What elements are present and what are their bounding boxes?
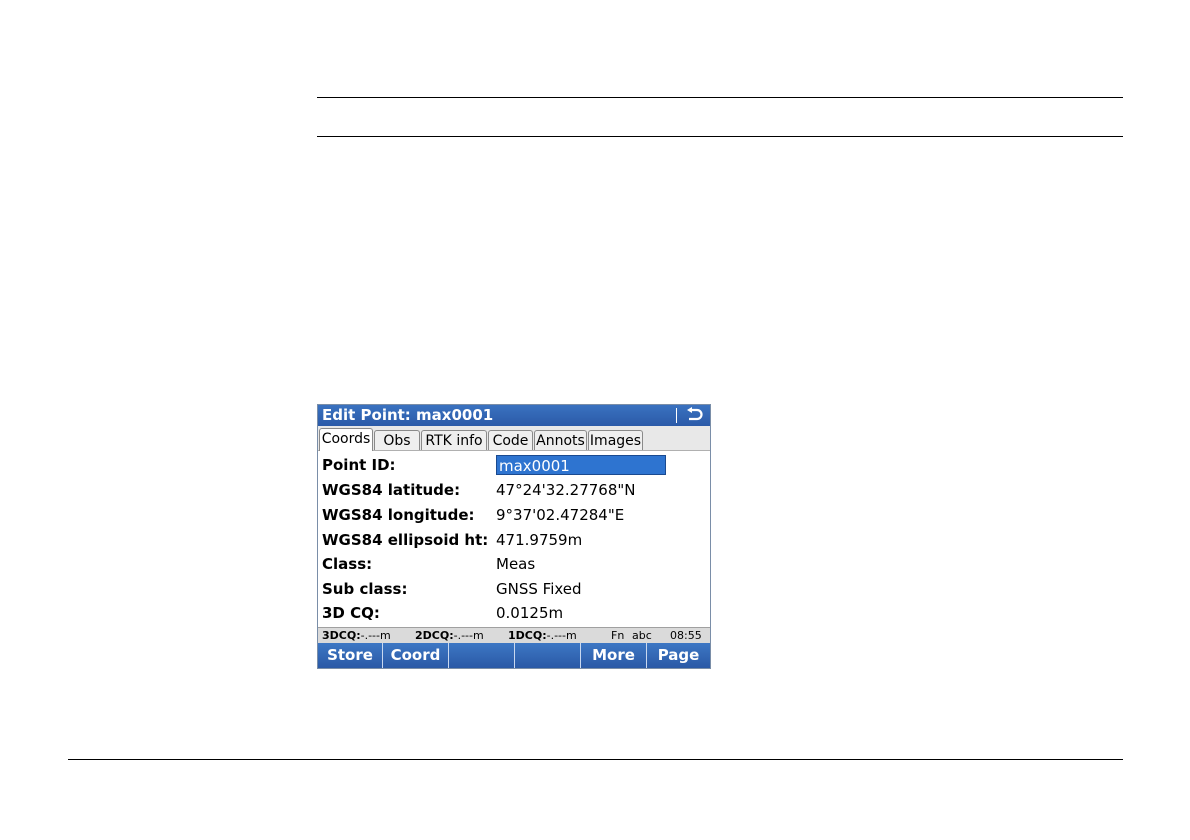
field-label: Class:: [322, 555, 373, 573]
field-row-latitude: WGS84 latitude: 47°24'32.27768"N: [322, 478, 706, 502]
field-label: WGS84 longitude:: [322, 506, 475, 524]
page-button[interactable]: Page: [647, 643, 710, 668]
more-button[interactable]: More: [581, 643, 647, 668]
status-2dcq: 2DCQ:-.---m: [415, 629, 484, 642]
sub-class-value: GNSS Fixed: [496, 580, 582, 598]
field-row-point-id: Point ID: max0001: [322, 453, 706, 477]
tab-images[interactable]: Images: [588, 430, 643, 450]
title-separator: [676, 408, 677, 423]
header-rule-top: [317, 97, 1123, 98]
tab-bar: Coords Obs RTK info Code Annots Images: [318, 426, 710, 451]
status-1dcq: 1DCQ:-.---m: [508, 629, 577, 642]
softkey-bar: Store Coord More Page: [318, 643, 710, 668]
tab-rtk-info[interactable]: RTK info: [421, 430, 487, 450]
field-label: Sub class:: [322, 580, 408, 598]
class-value: Meas: [496, 555, 536, 573]
back-arrow-icon[interactable]: [684, 407, 704, 424]
footer-rule: [68, 759, 1123, 760]
cq-3d-value: 0.0125m: [496, 604, 564, 622]
field-row-longitude: WGS84 longitude: 9°37'02.47284"E: [322, 503, 706, 527]
tab-code[interactable]: Code: [488, 430, 533, 450]
status-bar: 3DCQ:-.---m 2DCQ:-.---m 1DCQ:-.---m Fn a…: [318, 627, 710, 643]
tab-coords[interactable]: Coords: [319, 428, 373, 451]
tab-obs[interactable]: Obs: [374, 430, 420, 450]
device-screen: Edit Point: max0001 Coords Obs RTK info …: [317, 404, 711, 669]
longitude-value: 9°37'02.47284"E: [496, 506, 625, 524]
ellipsoid-height-value: 471.9759m: [496, 531, 583, 549]
field-row-class: Class: Meas: [322, 552, 706, 576]
latitude-value: 47°24'32.27768"N: [496, 481, 636, 499]
softkey-f3[interactable]: [449, 643, 515, 668]
point-id-input[interactable]: max0001: [496, 455, 666, 475]
input-mode-indicator: abc: [632, 629, 652, 642]
field-row-ellipsoid-ht: WGS84 ellipsoid ht: 471.9759m: [322, 528, 706, 552]
window-title: Edit Point: max0001: [322, 406, 494, 424]
field-row-3d-cq: 3D CQ: 0.0125m: [322, 601, 706, 625]
fn-indicator: Fn: [611, 629, 625, 642]
status-3dcq: 3DCQ:-.---m: [322, 629, 391, 642]
softkey-f4[interactable]: [515, 643, 581, 668]
title-bar: Edit Point: max0001: [318, 405, 710, 426]
field-label: WGS84 latitude:: [322, 481, 461, 499]
coords-panel: Point ID: max0001 WGS84 latitude: 47°24'…: [318, 451, 710, 627]
field-label: WGS84 ellipsoid ht:: [322, 531, 489, 549]
coord-button[interactable]: Coord: [383, 643, 449, 668]
clock: 08:55: [670, 629, 702, 642]
field-label: Point ID:: [322, 456, 396, 474]
field-row-sub-class: Sub class: GNSS Fixed: [322, 577, 706, 601]
store-button[interactable]: Store: [318, 643, 383, 668]
header-rule-bottom: [317, 136, 1123, 137]
tab-annots[interactable]: Annots: [534, 430, 587, 450]
field-label: 3D CQ:: [322, 604, 380, 622]
